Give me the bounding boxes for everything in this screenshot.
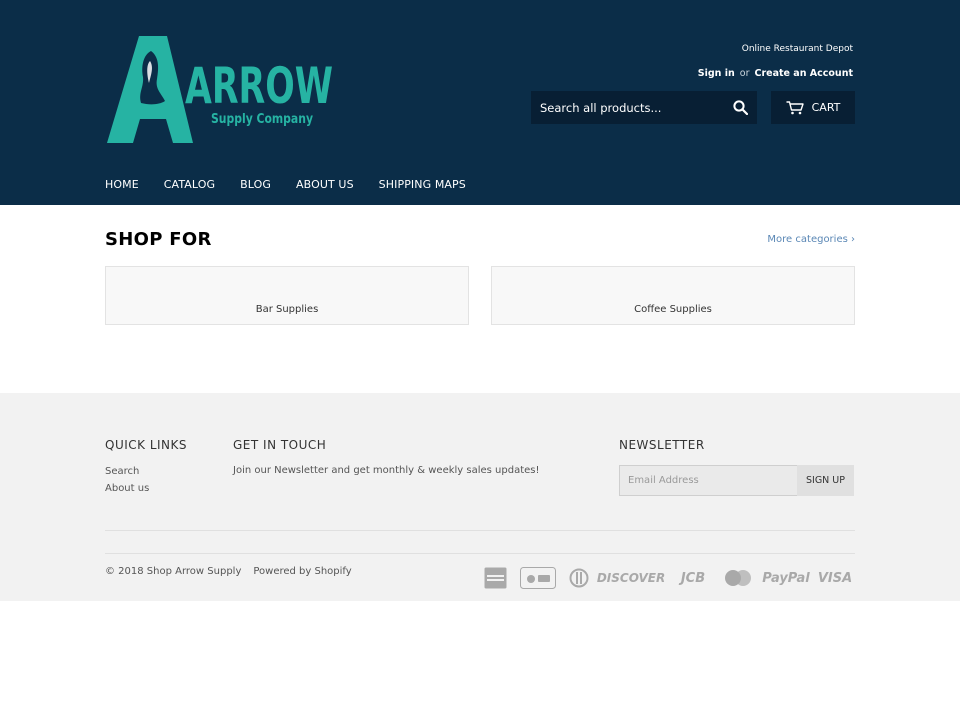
nav-home[interactable]: HOME (105, 178, 139, 191)
search-button[interactable] (723, 91, 757, 124)
footer-link-about-us[interactable]: About us (105, 483, 149, 494)
more-categories-link[interactable]: More categories › (767, 234, 855, 245)
jcb-icon: JCB (680, 570, 706, 586)
site-header: ARROW Supply Company Online Restaurant D… (0, 0, 960, 205)
cart-label: CART (811, 101, 841, 114)
copyright: © 2018 Shop Arrow Supply Powered by Shopi… (105, 566, 352, 577)
main-content: SHOP FOR More categories › Bar Supplies … (0, 205, 960, 393)
nav-blog[interactable]: BLOG (240, 178, 271, 191)
newsletter-heading: NEWSLETTER (619, 438, 705, 452)
get-in-touch-heading: GET IN TOUCH (233, 438, 327, 452)
powered-by-shopify-link[interactable]: Powered by Shopify (253, 566, 351, 577)
visa-icon: VISA (817, 570, 853, 586)
category-card-bar-supplies[interactable]: Bar Supplies (105, 266, 469, 325)
american-express-icon (484, 567, 507, 589)
paypal-icon: PayPal (762, 570, 810, 586)
cart-button[interactable]: CART (771, 91, 855, 124)
footer-divider (105, 530, 855, 531)
category-label: Coffee Supplies (634, 304, 712, 315)
email-field[interactable] (619, 465, 797, 496)
or-separator: or (739, 68, 750, 79)
apple-pay-icon (520, 567, 556, 589)
category-label: Bar Supplies (255, 304, 319, 315)
sign-up-button[interactable]: SIGN UP (797, 465, 854, 496)
account-links: Online Restaurant Depot Sign in or Create … (698, 44, 853, 79)
diners-club-icon (569, 567, 589, 589)
quick-links-heading: QUICK LINKS (105, 438, 188, 452)
site-footer: QUICK LINKS Search About us GET IN TOUCH… (0, 393, 960, 601)
logo-wordmark: ARROW (185, 57, 333, 115)
copyright-text: © 2018 Shop Arrow Supply (105, 566, 242, 577)
footer-link-search[interactable]: Search (105, 466, 139, 477)
master-icon (724, 567, 752, 589)
newsletter-form: SIGN UP (619, 465, 854, 496)
store-tagline: Online Restaurant Depot (741, 44, 853, 54)
arrow-supply-logo[interactable]: ARROW Supply Company (105, 33, 335, 145)
search-icon (732, 100, 748, 115)
get-in-touch-text: Join our Newsletter and get monthly & we… (233, 465, 540, 476)
search-bar (531, 91, 757, 124)
category-card-coffee-supplies[interactable]: Coffee Supplies (491, 266, 855, 325)
cart-icon (786, 100, 804, 114)
payment-icons: DISCOVER JCB PayPal VISA (484, 567, 854, 589)
sign-in-link[interactable]: Sign in (698, 68, 735, 79)
logo-tagline: Supply Company (211, 112, 313, 127)
discover-icon: DISCOVER (596, 571, 666, 585)
search-input[interactable] (531, 91, 723, 124)
footer-divider (105, 553, 855, 554)
create-account-link[interactable]: Create an Account (755, 68, 854, 79)
nav-catalog[interactable]: CATALOG (164, 178, 215, 191)
nav-shipping-maps[interactable]: SHIPPING MAPS (379, 178, 466, 191)
nav-about-us[interactable]: ABOUT US (296, 178, 354, 191)
page-title: SHOP FOR (105, 229, 212, 250)
main-nav: HOME CATALOG BLOG ABOUT US SHIPPING MAPS (105, 178, 466, 191)
